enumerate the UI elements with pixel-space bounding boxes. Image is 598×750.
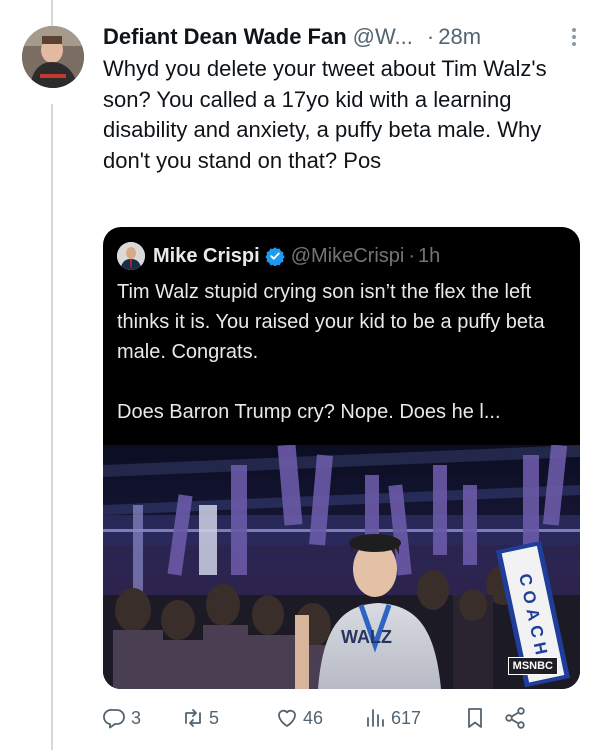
separator-dot: · [426,24,435,49]
bookmark-icon [468,708,482,728]
tweet-text: Whyd you delete your tweet about Tim Wal… [103,56,553,173]
quote-media-image[interactable]: WALZ COACH MSNBC [103,445,580,689]
reply-count: 3 [131,707,142,728]
like-count: 46 [303,707,324,728]
view-count: 617 [391,707,422,728]
like-button[interactable]: 46 [275,706,363,730]
msnbc-logo: MSNBC [507,657,558,675]
tweet-header: Defiant Dean Wade Fan @W... · 28m [103,20,584,54]
quote-handle[interactable]: @MikeCrispi [291,245,405,268]
share-icon [505,707,525,729]
verified-badge-icon [265,247,285,266]
share-button[interactable] [503,706,539,730]
reply-icon [103,709,125,729]
action-bar: 3 5 46 617 [103,700,583,736]
shirt-text: WALZ [341,627,392,647]
quote-timestamp[interactable]: 1h [418,245,440,268]
display-name[interactable]: Defiant Dean Wade Fan [103,24,347,50]
timestamp[interactable]: 28m [438,24,481,50]
thread-line [51,104,53,750]
quote-display-name[interactable]: Mike Crispi [153,245,260,268]
bookmark-button[interactable] [463,706,503,730]
views-button[interactable]: 617 [363,706,463,730]
heart-icon [278,709,296,727]
thread-line-top [51,0,53,26]
quote-avatar[interactable] [117,242,145,270]
repost-count: 5 [209,707,220,728]
avatar[interactable] [22,26,84,88]
reply-button[interactable]: 3 [103,706,181,730]
user-handle[interactable]: @W... [353,24,413,50]
quote-tweet[interactable]: Mike Crispi @MikeCrispi · 1h Tim Walz st… [103,227,580,689]
repost-icon [185,709,201,727]
quote-text: Tim Walz stupid crying son isn’t the fle… [117,281,545,423]
repost-button[interactable]: 5 [181,706,275,730]
more-options-icon[interactable] [564,28,584,46]
quote-separator-dot: · [408,244,416,267]
quote-header: Mike Crispi @MikeCrispi · 1h [117,241,440,271]
views-icon [367,709,384,727]
